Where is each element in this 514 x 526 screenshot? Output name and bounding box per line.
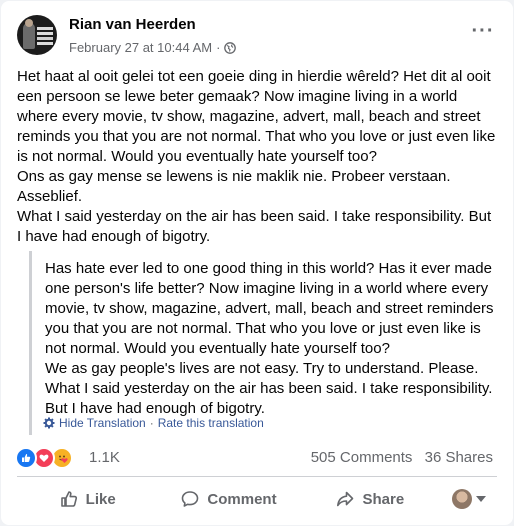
- reactions-count[interactable]: 1.1K: [89, 449, 120, 466]
- avatar-head: [25, 19, 33, 27]
- shares-count[interactable]: 36 Shares: [425, 449, 493, 466]
- like-button[interactable]: Like: [17, 481, 158, 517]
- user-avatar: [451, 489, 472, 509]
- post-paragraph: Ons as gay mense se lewens is nie maklik…: [17, 168, 451, 205]
- meta-separator: ·: [216, 40, 221, 55]
- post-body: Het haat al ooit gelei tot een goeie din…: [17, 67, 497, 247]
- more-options-button[interactable]: ···: [465, 13, 501, 49]
- like-label: Like: [85, 490, 116, 508]
- comment-icon: [182, 491, 199, 507]
- post-header: Rian van Heerden February 27 at 10:44 AM…: [17, 13, 497, 57]
- audience-selector[interactable]: [441, 481, 497, 517]
- post-card: Rian van Heerden February 27 at 10:44 AM…: [1, 1, 513, 525]
- divider: [17, 476, 497, 477]
- comment-label: Comment: [207, 490, 277, 508]
- comment-button[interactable]: Comment: [158, 481, 299, 517]
- post-paragraph: What I said yesterday on the air has bee…: [17, 208, 492, 245]
- share-icon: [337, 491, 354, 507]
- reactions-bar: 1.1K 505 Comments 36 Shares: [15, 447, 497, 469]
- chevron-down-icon: [475, 496, 486, 502]
- comments-count[interactable]: 505 Comments: [311, 449, 413, 466]
- translation-paragraph: Has hate ever led to one good thing in t…: [45, 260, 494, 357]
- translation-text: Has hate ever led to one good thing in t…: [45, 259, 500, 419]
- like-icon: [15, 447, 37, 469]
- thumbs-up-icon: [60, 491, 77, 507]
- link-separator: ·: [149, 416, 154, 430]
- globe-icon[interactable]: [224, 41, 237, 54]
- post-date[interactable]: February 27 at 10:44 AM: [69, 40, 212, 55]
- avatar-text-graphic: [37, 27, 53, 30]
- share-label: Share: [362, 490, 405, 508]
- gear-icon[interactable]: [43, 417, 55, 429]
- engagement-stats: 505 Comments 36 Shares: [311, 449, 493, 466]
- share-button[interactable]: Share: [300, 481, 441, 517]
- post-meta: February 27 at 10:44 AM ·: [69, 40, 237, 55]
- translation-links: Hide Translation · Rate this translation: [43, 416, 264, 430]
- author-avatar[interactable]: [17, 15, 57, 55]
- author-name[interactable]: Rian van Heerden: [69, 16, 196, 33]
- rate-translation-link[interactable]: Rate this translation: [158, 416, 264, 430]
- hide-translation-link[interactable]: Hide Translation: [59, 416, 146, 430]
- ellipsis-icon: ···: [471, 20, 495, 42]
- reaction-icons[interactable]: [15, 447, 73, 469]
- translation-block: Has hate ever led to one good thing in t…: [29, 251, 499, 435]
- post-paragraph: Het haat al ooit gelei tot een goeie din…: [17, 68, 496, 165]
- translation-paragraph: What I said yesterday on the air has bee…: [45, 380, 493, 417]
- translation-paragraph: We as gay people's lives are not easy. T…: [45, 360, 479, 377]
- action-bar: Like Comment Share: [17, 481, 497, 517]
